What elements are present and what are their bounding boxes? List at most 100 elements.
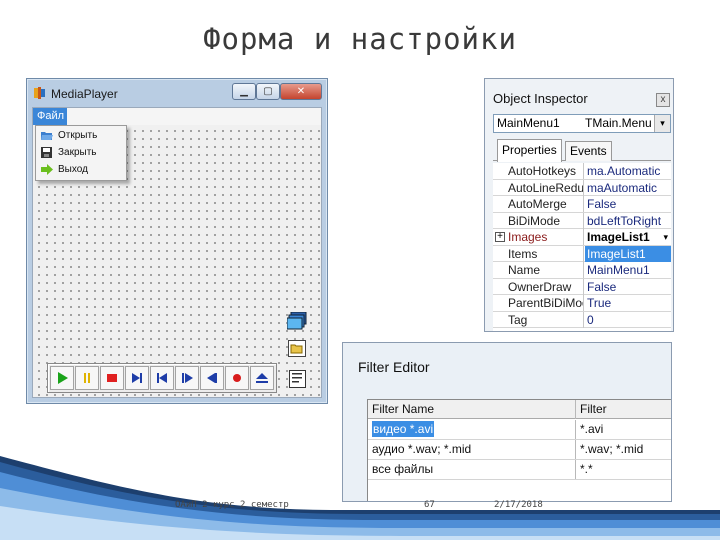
footer-wave-decoration [0,456,720,540]
property-key: Tag [493,311,584,328]
filter-name-selected[interactable]: видео *.avi [372,421,435,437]
table-row[interactable]: видео *.avi *.avi [368,420,671,440]
property-row[interactable]: Name MainMenu1 [493,262,671,279]
chevron-down-icon[interactable]: ▾ [663,229,668,245]
form-client-area: Файл Открыть Закрыть Выход [32,107,322,398]
property-row[interactable]: BiDiMode bdLeftToRight [493,212,671,229]
menu-item-close[interactable]: Закрыть [36,144,126,161]
property-value[interactable]: False [585,279,671,295]
expand-icon[interactable]: + [495,232,505,242]
folder-open-icon [41,132,53,140]
column-header-filter-name[interactable]: Filter Name [368,400,576,419]
footer-date: 2/17/2018 [494,500,543,510]
file-menu-dropdown: Открыть Закрыть Выход [35,125,127,181]
floppy-icon [41,147,52,158]
property-value[interactable]: maAutomatic [585,180,671,196]
property-key: AutoLineReduc [493,179,584,196]
window-title: MediaPlayer [51,87,118,101]
step-button[interactable] [175,366,199,390]
inspector-tabs: Properties Events [493,139,671,162]
filter-cell[interactable]: *.avi [576,420,671,439]
menu-item-label: Открыть [58,130,98,141]
eject-button[interactable] [250,366,274,390]
record-icon [233,374,241,382]
property-key: + Images [493,229,584,245]
filter-name-cell[interactable]: видео *.avi [368,420,576,439]
maximize-button[interactable]: ▢ [256,83,280,100]
component-name: MainMenu1 [497,116,560,130]
minimize-button[interactable]: ▁ [232,83,256,100]
stop-button[interactable] [100,366,124,390]
property-row[interactable]: OwnerDraw False [493,278,671,295]
property-value[interactable]: ma.Automatic [585,163,671,179]
property-value[interactable]: False [585,196,671,212]
media-player-control [47,363,277,393]
menu-item-label: Закрыть [58,147,97,158]
memo-icon[interactable] [289,370,306,388]
prev-track-icon [157,373,167,383]
property-row[interactable]: Items ImageList1 [493,245,671,262]
object-inspector-title: Object Inspector [493,91,588,106]
property-key: Items [493,245,584,262]
close-button[interactable]: ✕ [280,83,322,100]
mediaplayer-window: MediaPlayer ▁ ▢ ✕ Файл Открыть Закрыть В… [26,78,328,404]
property-grid: AutoHotkeys ma.Automatic AutoLineReduc m… [493,163,671,331]
close-icon[interactable]: x [656,93,670,107]
record-button[interactable] [225,366,249,390]
menu-file[interactable]: Файл [33,108,67,125]
pause-button[interactable] [75,366,99,390]
step-forward-icon [182,373,193,383]
property-value[interactable]: bdLeftToRight [585,213,671,229]
property-key: AutoMerge [493,196,584,212]
imagelist-icon[interactable] [287,312,307,330]
menu-bar: Файл [33,108,321,125]
tab-events[interactable]: Events [565,141,612,161]
property-value[interactable]: True [585,295,671,311]
stop-icon [107,374,117,382]
property-key: OwnerDraw [493,278,584,295]
dropdown-option-selected[interactable]: ImageList1 [585,245,671,262]
property-key: Name [493,262,584,278]
prev-button[interactable] [150,366,174,390]
menu-item-exit[interactable]: Выход [36,161,126,178]
property-value[interactable]: ImageList1 ▾ [585,229,671,245]
pause-icon [84,373,90,383]
property-value[interactable]: MainMenu1 [585,262,671,278]
filter-editor-title: Filter Editor [358,359,430,375]
component-selector[interactable]: MainMenu1 TMain.Menu ▾ [493,114,671,133]
opendialog-icon[interactable] [288,340,306,357]
property-row[interactable]: AutoHotkeys ma.Automatic [493,163,671,180]
tab-properties[interactable]: Properties [497,139,562,162]
property-value[interactable]: 0 [585,312,671,328]
object-inspector: Object Inspector x MainMenu1 TMain.Menu … [484,78,674,332]
property-row[interactable]: ParentBiDiMod True [493,295,671,312]
property-row[interactable]: AutoLineReduc maAutomatic [493,179,671,196]
play-icon [58,372,68,384]
window-titlebar[interactable]: MediaPlayer ▁ ▢ ✕ [27,79,327,107]
property-key: AutoHotkeys [493,163,584,179]
next-button[interactable] [125,366,149,390]
step-back-icon [207,373,217,383]
column-header-filter[interactable]: Filter [576,400,671,419]
property-key: BiDiMode [493,212,584,229]
exit-arrow-icon [41,164,53,175]
back-button[interactable] [200,366,224,390]
footer-page-number: 67 [424,500,435,510]
slide-title: Форма и настройки [203,22,517,56]
chevron-down-icon[interactable]: ▾ [654,115,670,132]
property-key: ParentBiDiMod [493,295,584,311]
play-button[interactable] [50,366,74,390]
table-header: Filter Name Filter [368,400,671,419]
property-value-label: ImageList1 [587,230,650,244]
menu-item-open[interactable]: Открыть [36,127,126,144]
delphi-app-icon [34,87,45,99]
property-row[interactable]: Tag 0 [493,311,671,328]
next-track-icon [132,373,142,383]
menu-item-label: Выход [58,164,88,175]
component-type: TMain.Menu [585,116,652,130]
property-key-label: Images [508,230,548,244]
eject-icon [256,373,268,383]
property-row[interactable]: AutoMerge False [493,196,671,213]
property-row-images[interactable]: + Images ImageList1 ▾ [493,229,671,246]
footer-course: ОАиП 2 курс 2 семестр [175,500,289,510]
